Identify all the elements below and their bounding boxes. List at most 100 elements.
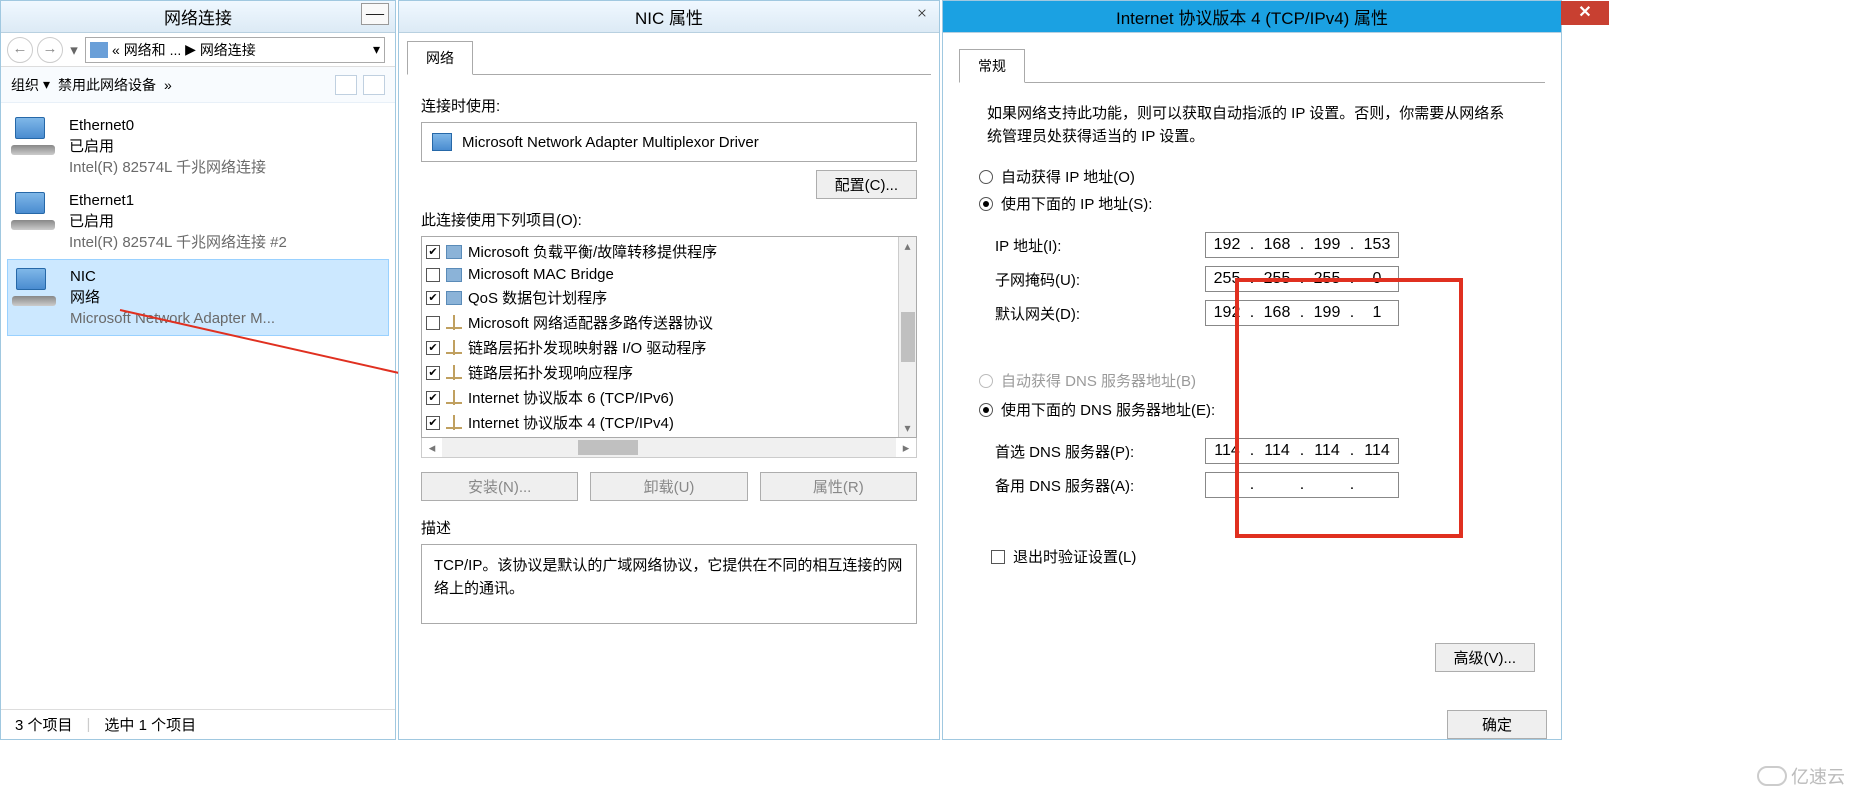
view-layout-button[interactable] — [335, 75, 357, 95]
protocol-icon — [446, 416, 462, 430]
close-button[interactable]: × — [909, 3, 935, 27]
window-title: NIC 属性 — [635, 4, 703, 29]
selection-count: 选中 1 个项目 — [104, 714, 196, 735]
window-title: Internet 协议版本 4 (TCP/IPv4) 属性 — [1116, 4, 1388, 29]
cloud-icon — [1757, 766, 1787, 786]
adapter-icon — [12, 266, 60, 310]
protocol-item[interactable]: Microsoft MAC Bridge — [424, 264, 896, 285]
checkbox-icon[interactable] — [426, 268, 440, 282]
scroll-down-icon[interactable]: ▾ — [899, 419, 916, 437]
uninstall-button[interactable]: 卸载(U) — [590, 472, 747, 501]
scroll-thumb[interactable] — [901, 312, 915, 362]
scroll-right-icon[interactable]: ▸ — [896, 440, 916, 456]
protocol-item[interactable]: Internet 协议版本 4 (TCP/IPv4) — [424, 410, 896, 435]
status-bar: 3 个项目 | 选中 1 个项目 — [1, 709, 395, 739]
radio-icon — [979, 170, 993, 184]
close-button[interactable]: ✕ — [1561, 1, 1609, 25]
adapter-list: Ethernet0 已启用 Intel(R) 82574L 千兆网络连接 Eth… — [1, 103, 395, 342]
properties-button[interactable]: 属性(R) — [760, 472, 917, 501]
radio-icon — [979, 403, 993, 417]
ipv4-properties-window: Internet 协议版本 4 (TCP/IPv4) 属性 ✕ 常规 如果网络支… — [942, 0, 1562, 740]
horizontal-scrollbar[interactable]: ◂ ▸ — [421, 438, 917, 458]
protocol-label: Internet 协议版本 4 (TCP/IPv4) — [468, 412, 674, 433]
checkbox-icon — [991, 550, 1005, 564]
ip-address-input[interactable]: 192.168.199.153 — [1205, 232, 1399, 258]
advanced-button[interactable]: 高级(V)... — [1435, 643, 1536, 672]
protocol-label: QoS 数据包计划程序 — [468, 287, 607, 308]
protocol-item[interactable]: 链路层拓扑发现响应程序 — [424, 360, 896, 385]
address-bar[interactable]: « 网络和 ... ▶ 网络连接 ▾ — [85, 37, 385, 63]
scroll-thumb-h[interactable] — [578, 440, 638, 455]
protocol-icon — [446, 245, 462, 259]
secondary-dns-label: 备用 DNS 服务器(A): — [995, 475, 1205, 496]
protocol-item[interactable]: Internet 协议版本 6 (TCP/IPv6) — [424, 385, 896, 410]
configure-button[interactable]: 配置(C)... — [816, 170, 917, 199]
protocol-item[interactable]: Microsoft 网络适配器多路传送器协议 — [424, 310, 896, 335]
organize-menu[interactable]: 组织▾ — [11, 75, 50, 95]
adapter-item-ethernet0[interactable]: Ethernet0 已启用 Intel(R) 82574L 千兆网络连接 — [7, 109, 389, 184]
validate-on-exit-checkbox[interactable]: 退出时验证设置(L) — [991, 546, 1525, 567]
checkbox-icon[interactable] — [426, 391, 440, 405]
back-button[interactable]: ← — [7, 37, 33, 63]
item-count: 3 个项目 — [15, 714, 73, 735]
subnet-mask-input[interactable]: 255.255.255.0 — [1205, 266, 1399, 292]
radio-auto-dns: 自动获得 DNS 服务器地址(B) — [979, 370, 1525, 391]
checkbox-icon[interactable] — [426, 316, 440, 330]
navigation-bar: ← → ▾ « 网络和 ... ▶ 网络连接 ▾ — [1, 33, 395, 67]
checkbox-icon[interactable] — [426, 416, 440, 430]
window-title: 网络连接 — [164, 4, 232, 29]
titlebar[interactable]: Internet 协议版本 4 (TCP/IPv4) 属性 ✕ — [943, 1, 1561, 33]
radio-auto-ip[interactable]: 自动获得 IP 地址(O) — [979, 166, 1525, 187]
default-gateway-input[interactable]: 192.168.199.1 — [1205, 300, 1399, 326]
titlebar[interactable]: 网络连接 — — [1, 1, 395, 33]
adapter-item-ethernet1[interactable]: Ethernet1 已启用 Intel(R) 82574L 千兆网络连接 #2 — [7, 184, 389, 259]
checkbox-icon[interactable] — [426, 341, 440, 355]
primary-dns-label: 首选 DNS 服务器(P): — [995, 441, 1205, 462]
protocol-label: 链路层拓扑发现映射器 I/O 驱动程序 — [468, 337, 706, 358]
command-bar: 组织▾ 禁用此网络设备 » — [1, 67, 395, 103]
tab-general[interactable]: 常规 — [959, 49, 1025, 83]
scroll-up-icon[interactable]: ▴ — [899, 237, 916, 255]
subnet-mask-label: 子网掩码(U): — [995, 269, 1205, 290]
protocol-label: 链路层拓扑发现响应程序 — [468, 362, 633, 383]
connect-using-label: 连接时使用: — [421, 95, 917, 116]
adapter-icon — [11, 115, 59, 159]
help-button[interactable] — [363, 75, 385, 95]
titlebar[interactable]: NIC 属性 × — [399, 1, 939, 33]
protocol-icon — [446, 341, 462, 355]
protocol-item[interactable]: 链路层拓扑发现映射器 I/O 驱动程序 — [424, 335, 896, 360]
network-connections-window: 网络连接 — ← → ▾ « 网络和 ... ▶ 网络连接 ▾ 组织▾ 禁用此网… — [0, 0, 396, 740]
protocol-icon — [446, 366, 462, 380]
tab-network[interactable]: 网络 — [407, 41, 473, 75]
items-label: 此连接使用下列项目(O): — [421, 209, 917, 230]
forward-button[interactable]: → — [37, 37, 63, 63]
install-button[interactable]: 安装(N)... — [421, 472, 578, 501]
ok-button[interactable]: 确定 — [1447, 710, 1547, 739]
vertical-scrollbar[interactable]: ▴ ▾ — [898, 237, 916, 437]
radio-use-dns[interactable]: 使用下面的 DNS 服务器地址(E): — [979, 399, 1525, 420]
checkbox-icon[interactable] — [426, 245, 440, 259]
protocol-item[interactable]: Microsoft 负载平衡/故障转移提供程序 — [424, 239, 896, 264]
minimize-button[interactable]: — — [361, 3, 389, 25]
protocol-label: Internet 协议版本 6 (TCP/IPv6) — [468, 387, 674, 408]
protocol-list: Microsoft 负载平衡/故障转移提供程序 Microsoft MAC Bri… — [421, 236, 917, 438]
protocol-icon — [446, 291, 462, 305]
disable-device-button[interactable]: 禁用此网络设备 — [58, 75, 156, 95]
nav-history-dropdown[interactable]: ▾ — [67, 41, 81, 59]
protocol-item[interactable]: QoS 数据包计划程序 — [424, 285, 896, 310]
protocol-icon — [446, 316, 462, 330]
protocol-icon — [446, 391, 462, 405]
radio-icon — [979, 197, 993, 211]
radio-use-ip[interactable]: 使用下面的 IP 地址(S): — [979, 193, 1525, 214]
primary-dns-input[interactable]: 114.114.114.114 — [1205, 438, 1399, 464]
address-dropdown-icon[interactable]: ▾ — [373, 41, 380, 58]
overflow-button[interactable]: » — [164, 77, 172, 93]
description-text: TCP/IP。该协议是默认的广域网络协议，它提供在不同的相互连接的网络上的通讯。 — [421, 544, 917, 624]
scroll-left-icon[interactable]: ◂ — [422, 440, 442, 456]
checkbox-icon[interactable] — [426, 291, 440, 305]
secondary-dns-input[interactable]: ... — [1205, 472, 1399, 498]
checkbox-icon[interactable] — [426, 366, 440, 380]
adapter-item-nic[interactable]: NIC 网络 Microsoft Network Adapter M... — [7, 259, 389, 336]
protocol-label: Microsoft MAC Bridge — [468, 266, 614, 283]
default-gateway-label: 默认网关(D): — [995, 303, 1205, 324]
